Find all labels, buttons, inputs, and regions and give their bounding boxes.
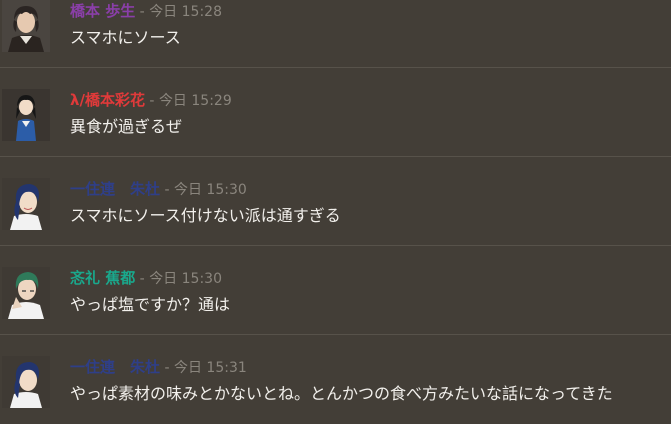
meta-separator: - xyxy=(160,182,174,198)
author-name[interactable]: 一住連 朱杜 xyxy=(70,180,160,198)
author-name[interactable]: 一住連 朱杜 xyxy=(70,358,160,376)
meta-separator: - xyxy=(135,271,150,287)
chat-message: λ/橋本彩花 - 今日 15:29 異食が過ぎるぜ xyxy=(0,68,671,157)
message-text: やっぱ素材の味みとかないとね。とんかつの食べ方みたいな話になってきた xyxy=(70,384,613,403)
message-header: 一住連 朱杜 - 今日 15:31 xyxy=(70,358,247,377)
meta-separator: - xyxy=(160,360,174,376)
timestamp: 今日 15:30 xyxy=(173,182,247,198)
woman-in-blue-uniform-avatar-icon[interactable] xyxy=(2,89,50,141)
author-name[interactable]: λ/橋本彩花 xyxy=(70,91,145,109)
author-name[interactable]: 忞礼 蕉都 xyxy=(70,269,135,287)
person-with-blue-hair-avatar-icon[interactable] xyxy=(2,356,50,408)
man-with-green-hair-avatar-icon[interactable] xyxy=(2,267,50,319)
message-header: 橋本 歩生 - 今日 15:28 xyxy=(70,2,222,21)
message-header: 一住連 朱杜 - 今日 15:30 xyxy=(70,180,247,199)
message-text: 異食が過ぎるぜ xyxy=(70,117,183,136)
meta-separator: - xyxy=(144,93,159,109)
timestamp: 今日 15:28 xyxy=(149,4,222,20)
message-header: 忞礼 蕉都 - 今日 15:30 xyxy=(70,269,222,288)
timestamp: 今日 15:31 xyxy=(173,360,247,376)
author-name[interactable]: 橋本 歩生 xyxy=(70,2,135,20)
message-header: λ/橋本彩花 - 今日 15:29 xyxy=(70,91,232,110)
message-text: スマホにソース付けない派は通すぎる xyxy=(70,206,341,225)
meta-separator: - xyxy=(135,4,150,20)
chat-message: 一住連 朱杜 - 今日 15:30 スマホにソース付けない派は通すぎる xyxy=(0,157,671,246)
message-text: やっぱ塩ですか？通は xyxy=(70,295,231,314)
timestamp: 今日 15:29 xyxy=(158,93,232,109)
chat-message: 忞礼 蕉都 - 今日 15:30 やっぱ塩ですか？通は xyxy=(0,246,671,335)
message-text: スマホにソース xyxy=(70,28,181,47)
chat-message: 一住連 朱杜 - 今日 15:31 やっぱ素材の味みとかないとね。とんかつの食べ… xyxy=(0,335,671,424)
chat-message: 橋本 歩生 - 今日 15:28 スマホにソース xyxy=(0,0,671,68)
chat-message-list: 橋本 歩生 - 今日 15:28 スマホにソース λ/橋本彩花 - 今日 15:… xyxy=(0,0,671,408)
man-with-curly-hair-avatar-icon[interactable] xyxy=(2,0,50,52)
timestamp: 今日 15:30 xyxy=(149,271,222,287)
person-with-blue-hair-avatar-icon[interactable] xyxy=(2,178,50,230)
